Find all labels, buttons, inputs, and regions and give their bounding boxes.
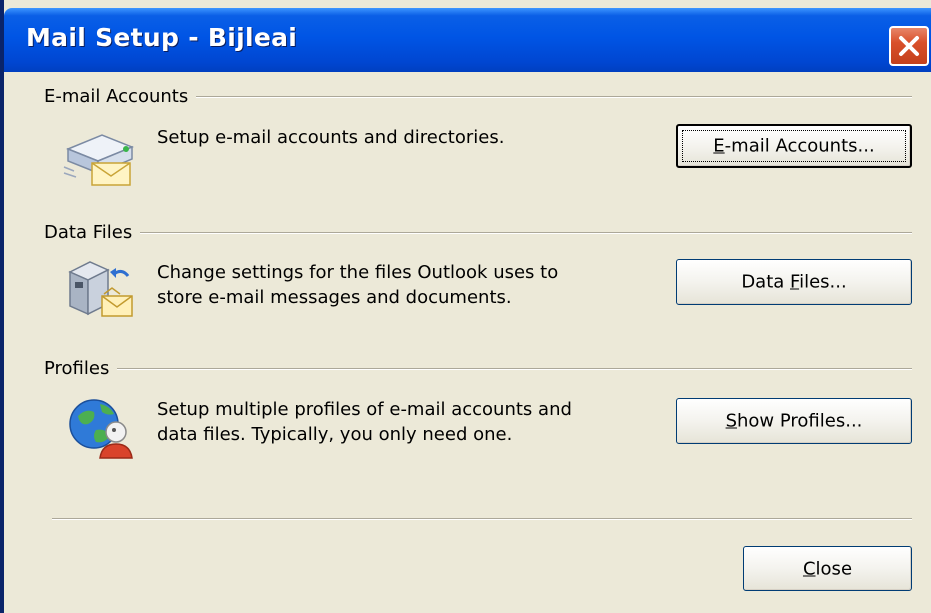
- email-group-heading: E-mail Accounts: [44, 87, 197, 107]
- email-description: Setup e-mail accounts and directories.: [157, 127, 505, 148]
- title-bar[interactable]: Mail Setup - Bijleai: [4, 8, 931, 72]
- profiles-description-line2: data files. Typically, you only need one…: [157, 424, 513, 445]
- close-button-label: Close: [802, 558, 853, 579]
- data-files-description-line2: store e-mail messages and documents.: [157, 287, 512, 308]
- data-files-group-heading: Data Files: [44, 223, 141, 243]
- dialog-body: E-mail Accounts Setup e-mail accounts an…: [4, 72, 931, 613]
- profiles-description-line1: Setup multiple profiles of e-mail accoun…: [157, 399, 572, 420]
- show-profiles-button[interactable]: Show Profiles...: [676, 398, 912, 444]
- close-window-button[interactable]: [889, 26, 929, 66]
- data-files-group-divider: [44, 232, 912, 234]
- data-files-button-label: Data Files...: [741, 271, 847, 293]
- email-accounts-button[interactable]: E-mail Accounts...: [676, 124, 912, 168]
- close-button[interactable]: Close: [743, 546, 912, 591]
- data-files-icon: [68, 261, 133, 317]
- email-accounts-button-label: E-mail Accounts...: [713, 135, 875, 157]
- close-x-icon: [899, 36, 919, 56]
- email-accounts-icon: [63, 134, 134, 186]
- data-files-button[interactable]: Data Files...: [676, 259, 912, 305]
- mail-setup-dialog: Mail Setup - Bijleai E-mail Accounts Set…: [0, 0, 931, 613]
- footer-divider: [52, 518, 912, 520]
- profiles-group-divider: [44, 368, 912, 370]
- show-profiles-button-label: Show Profiles...: [725, 410, 863, 432]
- profiles-group-heading: Profiles: [44, 359, 118, 379]
- window-title: Mail Setup - Bijleai: [26, 23, 298, 52]
- data-files-description-line1: Change settings for the files Outlook us…: [157, 262, 559, 283]
- profiles-icon: [69, 399, 133, 459]
